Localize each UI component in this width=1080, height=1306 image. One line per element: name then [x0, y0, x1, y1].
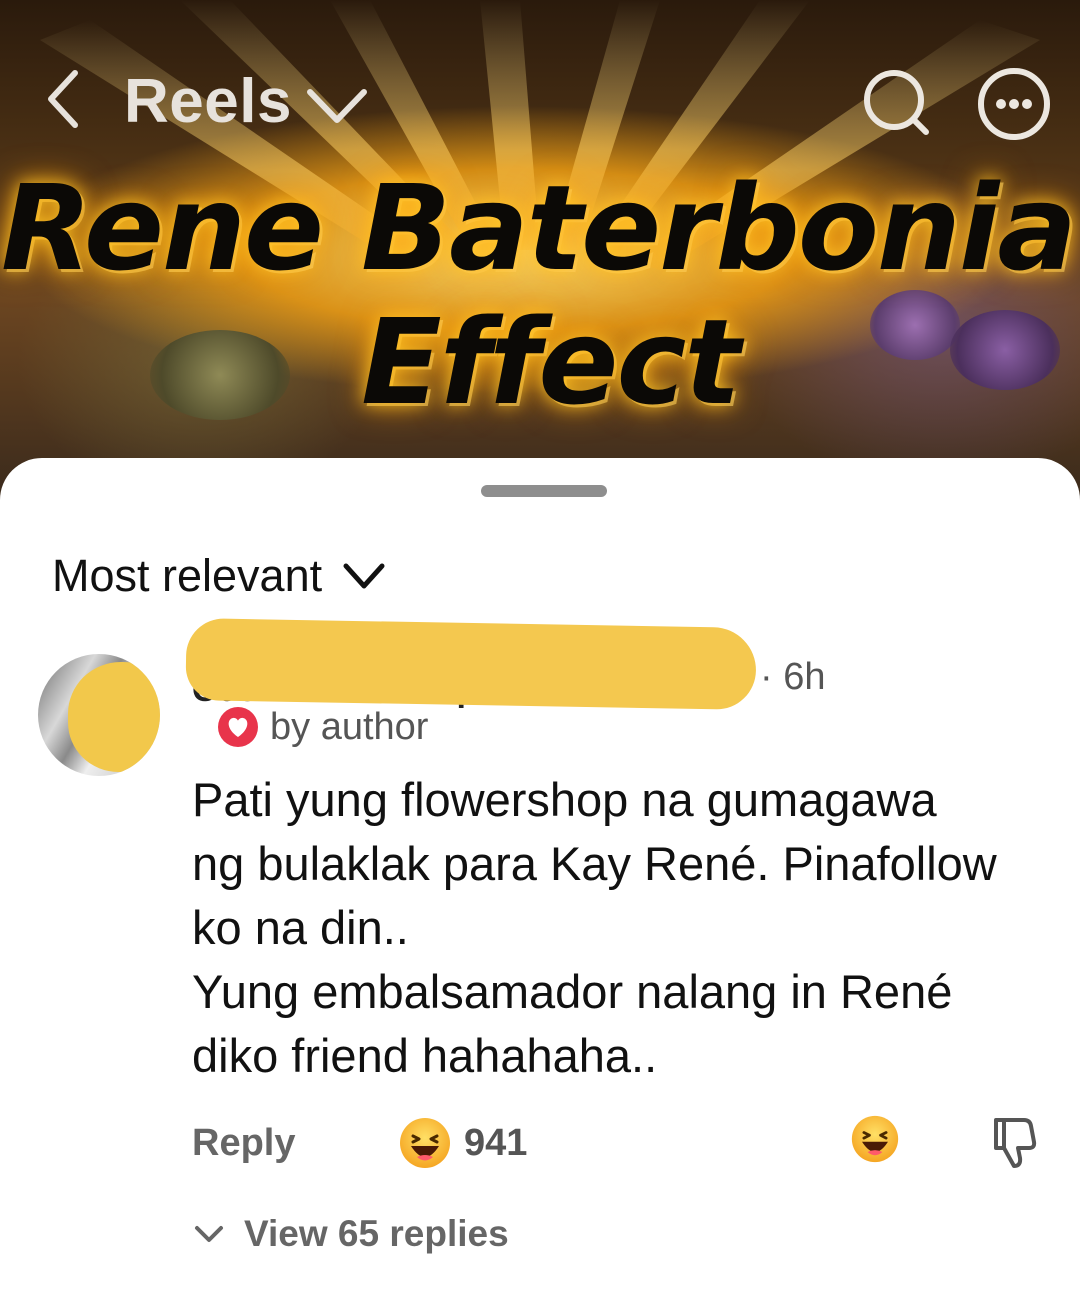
chevron-down-icon — [195, 1226, 223, 1242]
username-redaction — [185, 618, 757, 710]
haha-emoji-icon — [400, 1118, 450, 1168]
sort-label: Most relevant — [52, 550, 323, 601]
reel-video-frame[interactable]: Reels Rene Baterbonia Effect — [0, 0, 1080, 500]
view-replies-label: View 65 replies — [244, 1213, 509, 1254]
avatar[interactable] — [38, 654, 160, 776]
haha-react-button-icon[interactable] — [850, 1114, 900, 1164]
reaction-summary[interactable]: 941 — [398, 1116, 527, 1170]
page-title[interactable]: Reels — [124, 66, 292, 138]
reaction-count: 941 — [464, 1122, 528, 1164]
comment-text: Pati yung flowershop na gumagawa ng bula… — [192, 768, 1062, 1088]
search-icon[interactable] — [860, 66, 932, 138]
back-button[interactable] — [38, 66, 88, 132]
comment-line: Pati yung flowershop na gumagawa — [192, 773, 937, 826]
comment-line: diko friend hahahaha.. — [192, 1029, 658, 1082]
comment-line: Yung embalsamador nalang in René — [192, 965, 953, 1018]
author-badge: by author — [216, 704, 428, 750]
author-badge-label: by author — [270, 706, 429, 748]
comment-line: ng bulaklak para Kay René. Pinafollow — [192, 837, 997, 890]
chevron-down-icon[interactable] — [302, 80, 372, 130]
comments-sheet: Most relevant Cecilrose Estrope Sena Lo … — [0, 458, 1080, 1306]
heart-icon — [218, 707, 258, 747]
view-replies-button[interactable]: View 65 replies — [192, 1210, 509, 1258]
dislike-icon[interactable] — [988, 1114, 1040, 1170]
video-headline-line2: Effect — [361, 293, 741, 431]
back-chevron-icon — [48, 70, 78, 128]
reply-button[interactable]: Reply — [192, 1118, 295, 1168]
sheet-drag-handle[interactable] — [481, 485, 607, 497]
video-headline-line1: Rene Baterbonia — [1, 159, 1077, 297]
chevron-down-icon — [343, 563, 385, 589]
sort-dropdown[interactable]: Most relevant — [52, 548, 388, 604]
comment-timestamp: · 6h — [760, 656, 826, 698]
avatar-redaction — [68, 662, 160, 772]
comment-line: ko na din.. — [192, 901, 409, 954]
more-options-icon[interactable] — [974, 64, 1054, 144]
